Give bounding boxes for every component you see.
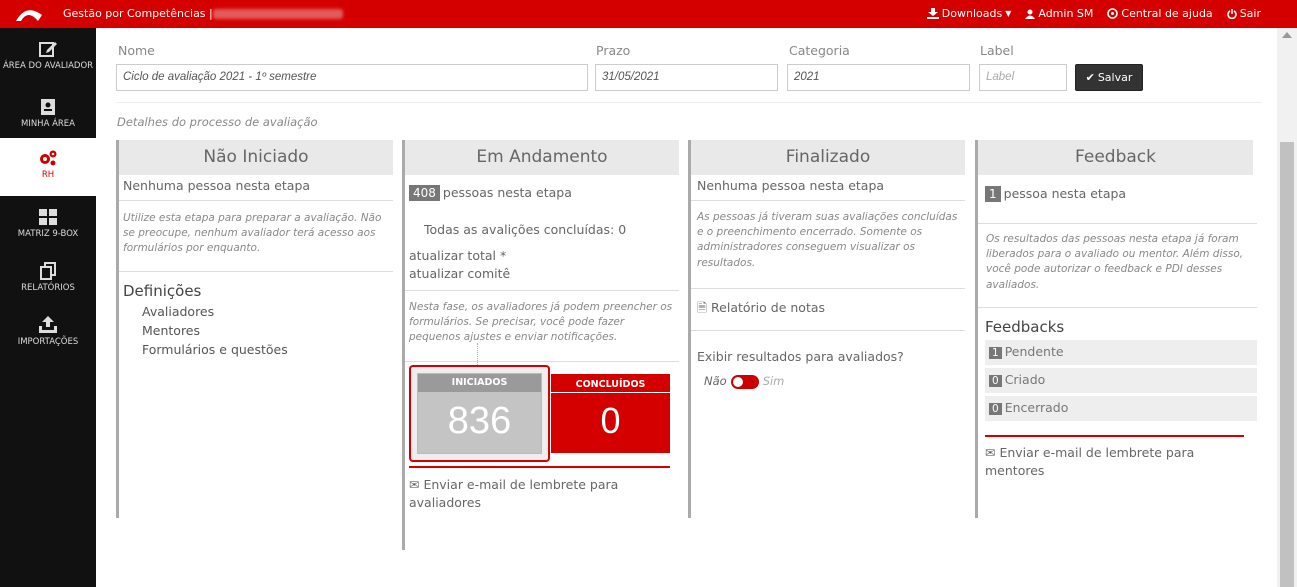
stage-line xyxy=(975,140,978,518)
started-value: 836 xyxy=(447,400,512,442)
label-field[interactable]: Label xyxy=(979,64,1067,91)
contact-card-icon xyxy=(41,99,55,115)
stage-line xyxy=(116,140,119,518)
caret-down-icon: ▼ xyxy=(1005,9,1012,18)
feedback-row-closed[interactable]: 0 Encerrado xyxy=(985,396,1257,421)
check-icon: ✔ xyxy=(1085,71,1095,84)
edit-icon xyxy=(39,42,57,57)
name-field[interactable]: Ciclo de avaliação 2021 - 1º semestre xyxy=(116,64,588,91)
stage-title-feedback: Feedback xyxy=(978,140,1253,175)
upload-icon xyxy=(39,316,57,333)
update-total-link[interactable]: atualizar total * xyxy=(409,248,506,263)
category-field[interactable]: 2021 xyxy=(787,64,970,91)
started-label: INICIADOS xyxy=(418,374,541,392)
save-button[interactable]: ✔ Salvar xyxy=(1075,64,1143,91)
divider xyxy=(116,102,1262,103)
scrollbar-thumb[interactable] xyxy=(1280,142,1294,587)
stage-title-in-progress: Em Andamento xyxy=(405,140,679,175)
divider xyxy=(119,271,393,272)
scroll-up-icon[interactable] xyxy=(1282,32,1292,38)
red-divider xyxy=(985,435,1244,437)
copy-icon xyxy=(40,262,56,280)
sidebar-item-evaluator-area[interactable]: ÁREA DO AVALIADOR xyxy=(0,40,96,71)
sidebar-item-imports[interactable]: IMPORTAÇÕES xyxy=(0,316,96,347)
stage-title-not-started: Não Iniciado xyxy=(119,140,393,175)
stage-note: Nesta fase, os avaliadores já podem pree… xyxy=(409,301,673,344)
top-bar: Gestão por Competências | Downloads ▼ Ad… xyxy=(0,0,1297,28)
divider xyxy=(691,288,965,289)
show-results-toggle[interactable] xyxy=(730,374,759,389)
power-icon xyxy=(1226,8,1237,19)
definition-link-evaluators[interactable]: Avaliadores xyxy=(142,304,214,319)
divider xyxy=(691,330,965,331)
label-label: Label xyxy=(980,43,1014,58)
definition-link-forms[interactable]: Formulários e questões xyxy=(142,342,288,357)
feedback-row-created[interactable]: 0 Criado xyxy=(985,368,1257,393)
stage-note: As pessoas já tiveram suas avaliações co… xyxy=(697,211,958,269)
sidebar-item-reports[interactable]: RELATÓRIOS xyxy=(0,262,96,293)
blurred-client-name xyxy=(213,9,343,19)
stage-count-text: Nenhuma pessoa nesta etapa xyxy=(697,178,885,193)
red-divider xyxy=(409,466,670,468)
stage-line xyxy=(688,140,691,518)
details-link[interactable]: Detalhes do processo de avaliação xyxy=(117,115,318,129)
sidebar: ÁREA DO AVALIADOR MINHA ÁREA RH MATRIZ 9… xyxy=(0,28,96,587)
app-title: Gestão por Competências | xyxy=(63,7,213,20)
download-icon xyxy=(926,8,939,19)
divider xyxy=(405,361,679,362)
stage-count: 1 pessoa nesta etapa xyxy=(985,186,1126,202)
sidebar-item-9box[interactable]: MATRIZ 9-BOX xyxy=(0,208,96,239)
definition-link-mentors[interactable]: Mentores xyxy=(142,323,200,338)
show-results-label: Exibir resultados para avaliados? xyxy=(697,349,904,364)
divider xyxy=(405,290,679,291)
envelope-icon: ✉ xyxy=(409,477,420,492)
stage-note: Utilize esta etapa para preparar a avali… xyxy=(123,212,382,255)
divider xyxy=(691,200,965,201)
user-icon xyxy=(1025,9,1036,19)
stage-count-text: Nenhuma pessoa nesta etapa xyxy=(123,178,311,193)
show-results-toggle-group: Não Sim xyxy=(704,374,785,389)
grid-icon xyxy=(39,209,57,225)
grades-report-link[interactable]: 🗎 Relatório de notas xyxy=(697,299,825,320)
logo-icon[interactable] xyxy=(14,5,44,23)
sidebar-item-rh[interactable]: RH xyxy=(0,138,96,196)
feedback-row-pending[interactable]: 1 Pendente xyxy=(985,340,1257,365)
count-badge: 1 xyxy=(985,186,1001,202)
envelope-icon: ✉ xyxy=(985,445,996,460)
sidebar-item-my-area[interactable]: MINHA ÁREA xyxy=(0,98,96,129)
downloads-menu[interactable]: Downloads ▼ xyxy=(926,7,1012,20)
update-committee-link[interactable]: atualizar comitê xyxy=(409,266,510,281)
definitions-title: Definições xyxy=(123,282,202,300)
started-card[interactable]: INICIADOS 836 xyxy=(409,365,550,462)
stage-note: Os resultados das pessoas nesta etapa já… xyxy=(986,233,1244,291)
logout-link[interactable]: Sair xyxy=(1226,7,1261,20)
name-label: Nome xyxy=(118,43,155,58)
email-reminder-evaluators-link[interactable]: ✉ Enviar e-mail de lembrete para avaliad… xyxy=(409,476,669,512)
help-icon xyxy=(1107,8,1119,19)
file-icon: 🗎 xyxy=(697,300,708,315)
deadline-label: Prazo xyxy=(596,43,631,58)
help-link[interactable]: Central de ajuda xyxy=(1107,7,1213,20)
count-badge: 408 xyxy=(409,185,440,201)
done-value: 0 xyxy=(600,400,621,441)
category-label: Categoria xyxy=(789,43,850,58)
feedbacks-title: Feedbacks xyxy=(985,318,1065,336)
deadline-field[interactable]: 31/05/2021 xyxy=(595,64,778,91)
divider xyxy=(978,223,1257,224)
divider xyxy=(119,200,393,201)
divider xyxy=(978,307,1257,308)
done-card[interactable]: CONCLUÍDOS 0 xyxy=(551,374,670,453)
gears-icon xyxy=(40,150,57,166)
scrollbar[interactable] xyxy=(1277,28,1297,587)
done-label: CONCLUÍDOS xyxy=(551,374,670,393)
all-done-text: Todas as avalições concluídas: 0 xyxy=(424,222,627,237)
stage-title-finished: Finalizado xyxy=(691,140,965,175)
stage-line xyxy=(402,140,405,550)
stage-count: 408 pessoas nesta etapa xyxy=(409,185,572,201)
user-menu[interactable]: Admin SM xyxy=(1025,7,1093,20)
email-reminder-mentors-link[interactable]: ✉ Enviar e-mail de lembrete para mentore… xyxy=(985,444,1225,480)
